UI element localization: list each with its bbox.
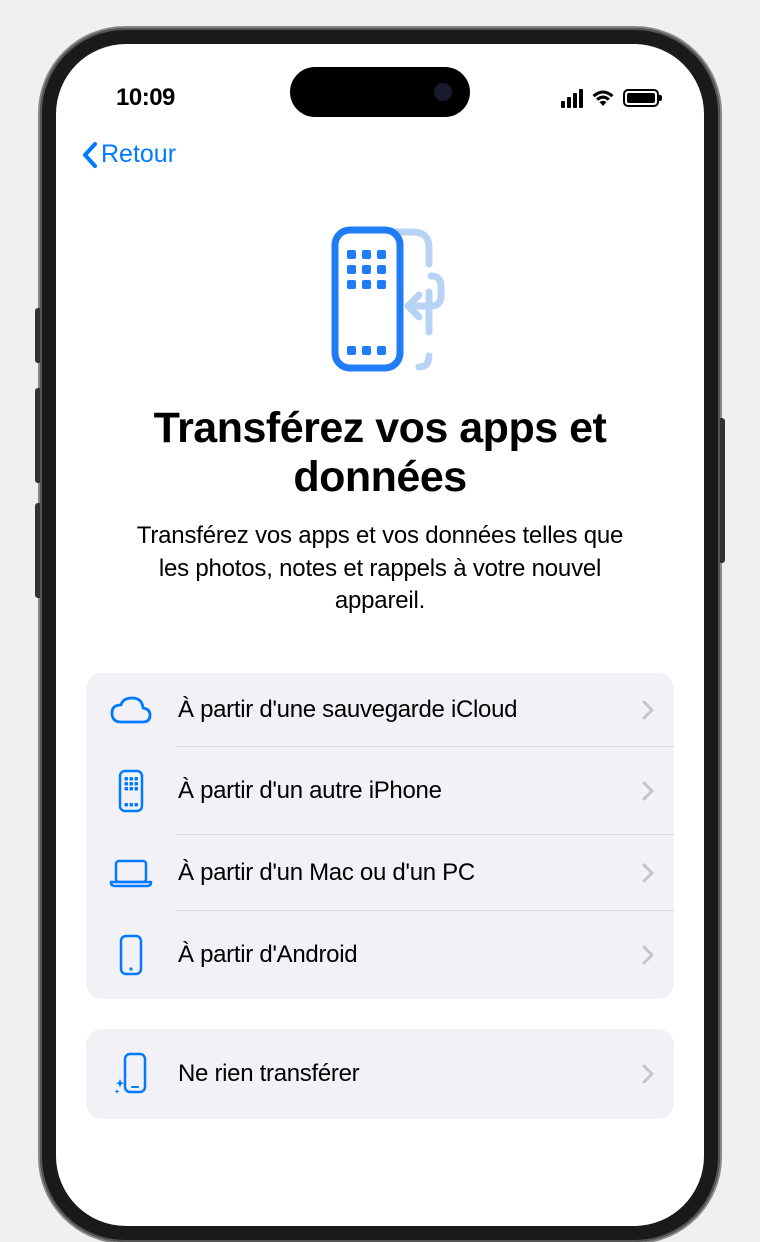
cloud-icon: [108, 695, 154, 725]
dynamic-island: [290, 67, 470, 117]
option-label: À partir d'Android: [178, 940, 642, 970]
chevron-right-icon: [642, 781, 654, 801]
iphone-sparkle-icon: [108, 1051, 154, 1097]
chevron-right-icon: [642, 1064, 654, 1084]
option-label: À partir d'une sauvegarde iCloud: [178, 695, 642, 725]
screen: 10:09: [56, 44, 704, 1226]
wifi-icon: [591, 89, 615, 107]
nav-bar: Retour: [56, 124, 704, 184]
cellular-signal-icon: [561, 89, 583, 108]
laptop-icon: [108, 857, 154, 889]
option-no-transfer[interactable]: Ne rien transférer: [86, 1029, 674, 1119]
back-button[interactable]: Retour: [81, 140, 176, 169]
content: Transférez vos apps et données Transfére…: [56, 184, 704, 618]
page-title: Transférez vos apps et données: [96, 404, 664, 503]
options-group-secondary: Ne rien transférer: [86, 1029, 674, 1119]
page-subtitle: Transférez vos apps et vos données telle…: [96, 520, 664, 617]
option-android[interactable]: À partir d'Android: [86, 911, 674, 999]
option-label: Ne rien transférer: [178, 1059, 642, 1089]
option-another-iphone[interactable]: À partir d'un autre iPhone: [86, 747, 674, 835]
back-label: Retour: [101, 140, 176, 169]
option-label: À partir d'un autre iPhone: [178, 776, 642, 806]
chevron-left-icon: [81, 141, 99, 169]
iphone-apps-icon: [108, 769, 154, 813]
phone-frame: 10:09: [40, 28, 720, 1242]
battery-icon: [623, 89, 659, 107]
chevron-right-icon: [642, 700, 654, 720]
option-label: À partir d'un Mac ou d'un PC: [178, 858, 642, 888]
option-icloud-backup[interactable]: À partir d'une sauvegarde iCloud: [86, 673, 674, 747]
smartphone-icon: [108, 933, 154, 977]
status-icons: [561, 89, 659, 108]
status-time: 10:09: [116, 84, 175, 112]
option-mac-pc[interactable]: À partir d'un Mac ou d'un PC: [86, 835, 674, 911]
chevron-right-icon: [642, 863, 654, 883]
chevron-right-icon: [642, 945, 654, 965]
options-group-main: À partir d'une sauvegarde iCloud: [86, 673, 674, 999]
transfer-hero-icon: [96, 224, 664, 374]
